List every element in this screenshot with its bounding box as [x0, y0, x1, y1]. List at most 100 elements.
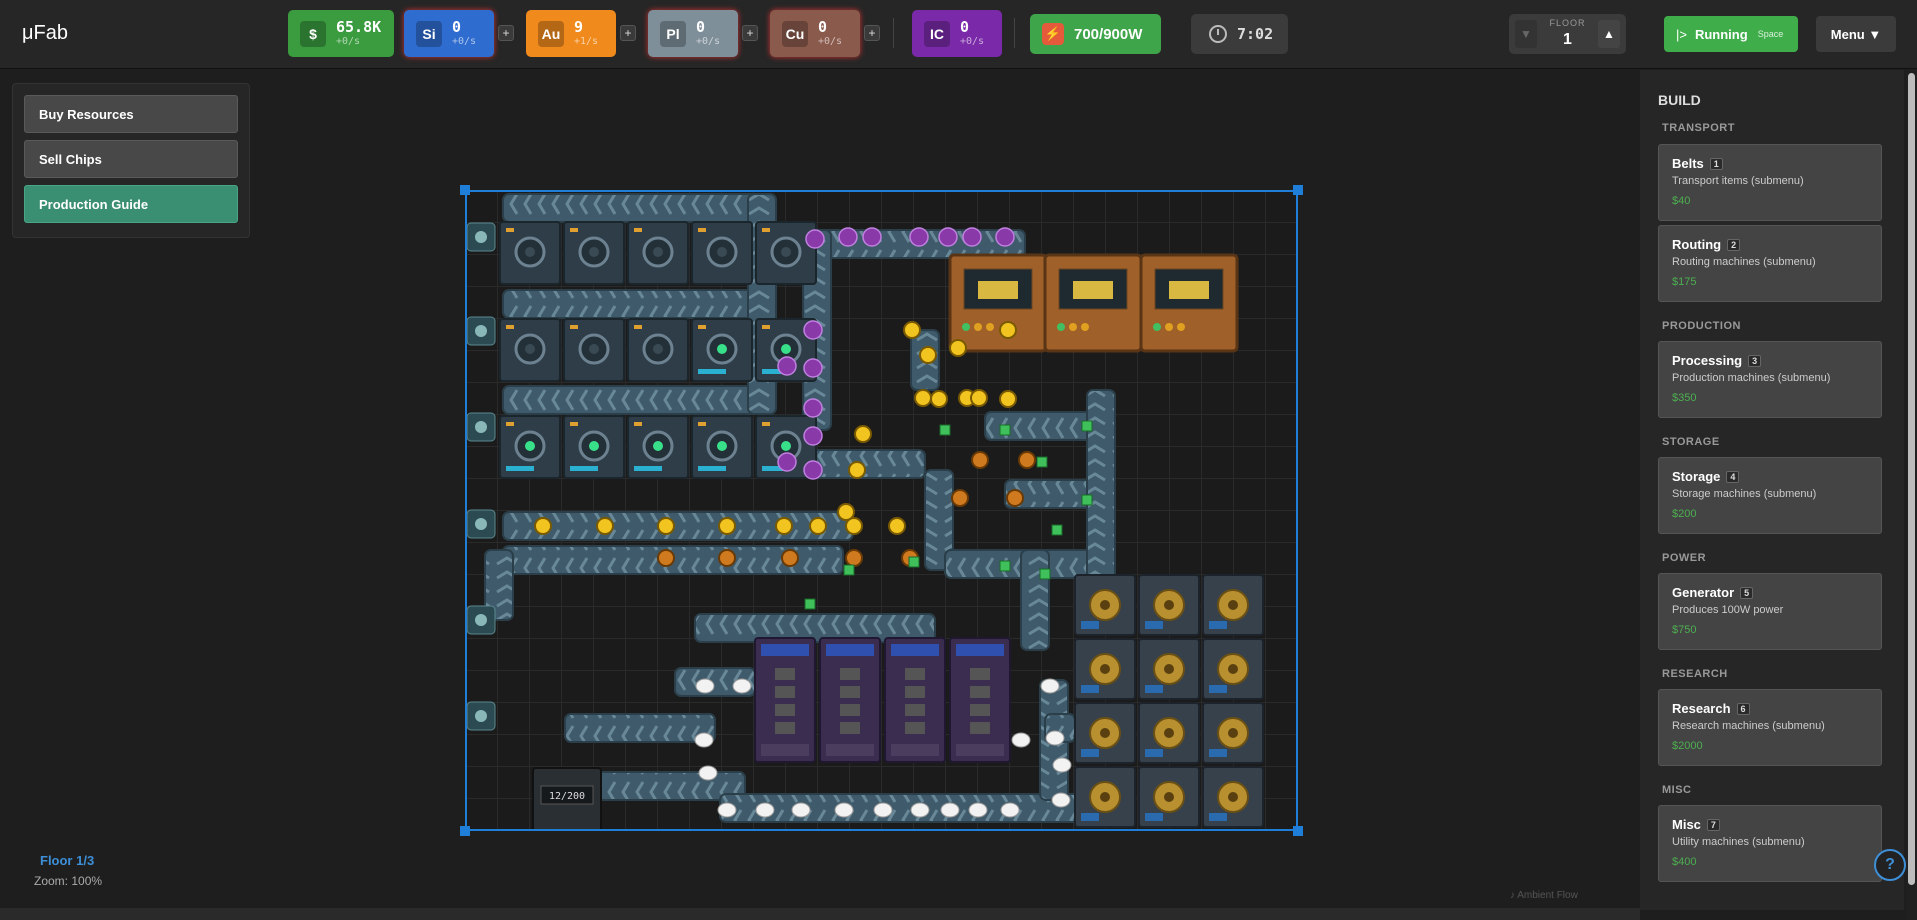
zoom-indicator: Zoom: 100%: [34, 874, 103, 888]
build-research-card[interactable]: Research 6 Research machines (submenu) $2…: [1658, 689, 1882, 766]
card-desc: Utility machines (submenu): [1672, 836, 1805, 848]
selection-handle[interactable]: [1293, 185, 1303, 195]
category-production: PRODUCTION: [1662, 320, 1741, 332]
help-button[interactable]: ?: [1874, 849, 1906, 881]
card-name: Storage: [1672, 469, 1721, 484]
card-price: $350: [1672, 392, 1697, 404]
lightning-icon: ⚡: [1042, 23, 1064, 45]
card-name: Misc: [1672, 817, 1701, 832]
card-desc: Research machines (submenu): [1672, 720, 1825, 732]
scrollbar-thumb[interactable]: [1908, 73, 1915, 885]
floor-up-button[interactable]: ▲: [1598, 20, 1620, 48]
money-symbol: $: [300, 20, 326, 47]
buy-resources-button[interactable]: Buy Resources: [24, 95, 238, 133]
money-amount: 65.8K: [336, 18, 382, 37]
card-name: Belts: [1672, 156, 1704, 171]
card-desc: Storage machines (submenu): [1672, 488, 1817, 500]
card-name: Research: [1672, 701, 1731, 716]
card-key: 2: [1727, 238, 1741, 251]
gold-rate: +1/s: [574, 36, 599, 48]
card-price: $400: [1672, 856, 1697, 868]
card-price: $175: [1672, 276, 1697, 288]
build-misc-card[interactable]: Misc 7 Utility machines (submenu) $400: [1658, 805, 1882, 882]
add-plastic-button[interactable]: +: [742, 25, 758, 41]
run-shortcut: Space: [1757, 29, 1784, 39]
gold-amount: 9: [574, 18, 584, 37]
category-research: RESEARCH: [1662, 668, 1728, 680]
selection-frame: [465, 190, 1298, 831]
silicon-amount: 0: [452, 18, 462, 37]
build-title: BUILD: [1658, 92, 1701, 108]
copper-rate: +0/s: [818, 36, 843, 48]
card-name: Routing: [1672, 237, 1722, 252]
add-silicon-button[interactable]: +: [498, 25, 514, 41]
build-panel: BUILD TRANSPORT Belts 1 Transport items (…: [1640, 70, 1904, 910]
category-misc: MISC: [1662, 784, 1692, 796]
divider: [1014, 18, 1015, 48]
plastic-rate: +0/s: [696, 36, 721, 48]
production-guide-button[interactable]: Production Guide: [24, 185, 238, 223]
add-copper-button[interactable]: +: [864, 25, 880, 41]
silicon-rate: +0/s: [452, 36, 477, 48]
game-timer: 7:02: [1191, 14, 1288, 54]
build-routing-card[interactable]: Routing 2 Routing machines (submenu) $175: [1658, 225, 1882, 302]
gold-symbol: Au: [538, 20, 564, 47]
card-key: 1: [1709, 157, 1723, 170]
card-price: $750: [1672, 624, 1697, 636]
card-desc: Transport items (submenu): [1672, 175, 1804, 187]
card-name: Generator: [1672, 585, 1735, 600]
resource-ic: IC 0 +0/s: [912, 10, 1002, 57]
card-desc: Routing machines (submenu): [1672, 256, 1816, 268]
card-key: 3: [1748, 354, 1762, 367]
sell-chips-button[interactable]: Sell Chips: [24, 140, 238, 178]
power-indicator: ⚡ 700/900W: [1030, 14, 1161, 54]
card-key: 7: [1706, 818, 1720, 831]
top-bar: μFab $ 65.8K +0/s Si 0 +0/s + Au 9 +1/s + P…: [0, 0, 1917, 69]
selection-handle[interactable]: [460, 826, 470, 836]
card-price: $40: [1672, 195, 1691, 207]
menu-button[interactable]: Menu ▼: [1816, 16, 1896, 52]
power-label: 700/900W: [1074, 25, 1143, 43]
clock-icon: [1209, 25, 1227, 43]
resource-money: $ 65.8K +0/s: [288, 10, 394, 57]
resource-copper: Cu 0 +0/s: [770, 10, 860, 57]
build-panel-scrollbar[interactable]: [1906, 70, 1917, 920]
card-desc: Produces 100W power: [1672, 604, 1784, 616]
card-price: $2000: [1672, 740, 1703, 752]
ic-symbol: IC: [924, 20, 950, 47]
ambient-music-label: ♪ Ambient Flow: [1510, 890, 1578, 901]
ic-rate: +0/s: [960, 36, 985, 48]
timer-label: 7:02: [1237, 25, 1274, 43]
divider: [893, 18, 894, 48]
category-transport: TRANSPORT: [1662, 122, 1735, 134]
play-icon: |>: [1676, 26, 1687, 42]
build-storage-card[interactable]: Storage 4 Storage machines (submenu) $200: [1658, 457, 1882, 534]
card-key: 5: [1740, 586, 1754, 599]
card-key: 4: [1726, 470, 1740, 483]
build-belts-card[interactable]: Belts 1 Transport items (submenu) $40: [1658, 144, 1882, 221]
run-label: Running: [1694, 26, 1748, 42]
build-generator-card[interactable]: Generator 5 Produces 100W power $750: [1658, 573, 1882, 650]
copper-amount: 0: [818, 18, 828, 37]
floor-indicator: Floor 1/3: [40, 853, 95, 868]
resource-silicon: Si 0 +0/s: [404, 10, 494, 57]
add-gold-button[interactable]: +: [620, 25, 636, 41]
category-storage: STORAGE: [1662, 436, 1720, 448]
bottom-strip: [0, 908, 1640, 920]
category-power: POWER: [1662, 552, 1707, 564]
selection-handle[interactable]: [1293, 826, 1303, 836]
selection-handle[interactable]: [460, 185, 470, 195]
silicon-symbol: Si: [416, 20, 442, 47]
plastic-amount: 0: [696, 18, 706, 37]
card-name: Processing: [1672, 353, 1743, 368]
card-desc: Production machines (submenu): [1672, 372, 1831, 384]
build-processing-card[interactable]: Processing 3 Production machines (submenu…: [1658, 341, 1882, 418]
resource-plastic: Pl 0 +0/s: [648, 10, 738, 57]
ic-amount: 0: [960, 18, 970, 37]
run-toggle-button[interactable]: |> Running Space: [1664, 16, 1798, 52]
card-price: $200: [1672, 508, 1697, 520]
plastic-symbol: Pl: [660, 20, 686, 47]
floor-selector: ▼ FLOOR 1 ▲: [1509, 14, 1626, 54]
app-logo: μFab: [22, 22, 68, 44]
copper-symbol: Cu: [782, 20, 808, 47]
